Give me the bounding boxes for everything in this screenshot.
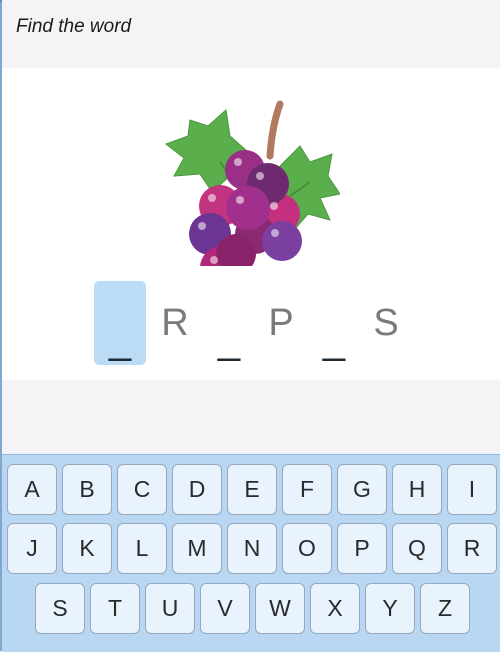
key-t[interactable]: T bbox=[90, 583, 140, 634]
key-q[interactable]: Q bbox=[392, 523, 442, 574]
key-v[interactable]: V bbox=[200, 583, 250, 634]
key-e[interactable]: E bbox=[227, 464, 277, 515]
instruction-text: Find the word bbox=[16, 16, 132, 37]
key-d[interactable]: D bbox=[172, 464, 222, 515]
grapes-icon bbox=[164, 100, 340, 266]
key-w[interactable]: W bbox=[255, 583, 305, 634]
puzzle-card: _ R _ P _ S bbox=[2, 68, 500, 380]
key-s[interactable]: S bbox=[35, 583, 85, 634]
key-r[interactable]: R bbox=[447, 523, 497, 574]
key-n[interactable]: N bbox=[227, 523, 277, 574]
key-p[interactable]: P bbox=[337, 523, 387, 574]
key-h[interactable]: H bbox=[392, 464, 442, 515]
key-f[interactable]: F bbox=[282, 464, 332, 515]
key-c[interactable]: C bbox=[117, 464, 167, 515]
letter-keyboard: A B C D E F G H I J K L M N O P Q R S T … bbox=[2, 454, 500, 652]
key-a[interactable]: A bbox=[7, 464, 57, 515]
key-j[interactable]: J bbox=[7, 523, 57, 574]
letter-slot-5[interactable]: _ bbox=[308, 281, 360, 365]
key-m[interactable]: M bbox=[172, 523, 222, 574]
key-y[interactable]: Y bbox=[365, 583, 415, 634]
key-k[interactable]: K bbox=[62, 523, 112, 574]
instruction-header: Find the word bbox=[2, 0, 500, 66]
letter-slot-2: R bbox=[161, 302, 189, 344]
letter-slot-4: P bbox=[268, 302, 294, 344]
spacer-area bbox=[2, 380, 500, 454]
letter-slot-1[interactable]: _ bbox=[94, 281, 146, 365]
key-i[interactable]: I bbox=[447, 464, 497, 515]
key-g[interactable]: G bbox=[337, 464, 387, 515]
key-u[interactable]: U bbox=[145, 583, 195, 634]
letter-slot-6: S bbox=[373, 302, 399, 344]
word-slots: _ R _ P _ S bbox=[94, 281, 414, 365]
letter-slot-3[interactable]: _ bbox=[203, 281, 255, 365]
key-z[interactable]: Z bbox=[420, 583, 470, 634]
key-b[interactable]: B bbox=[62, 464, 112, 515]
key-l[interactable]: L bbox=[117, 523, 167, 574]
key-o[interactable]: O bbox=[282, 523, 332, 574]
key-x[interactable]: X bbox=[310, 583, 360, 634]
